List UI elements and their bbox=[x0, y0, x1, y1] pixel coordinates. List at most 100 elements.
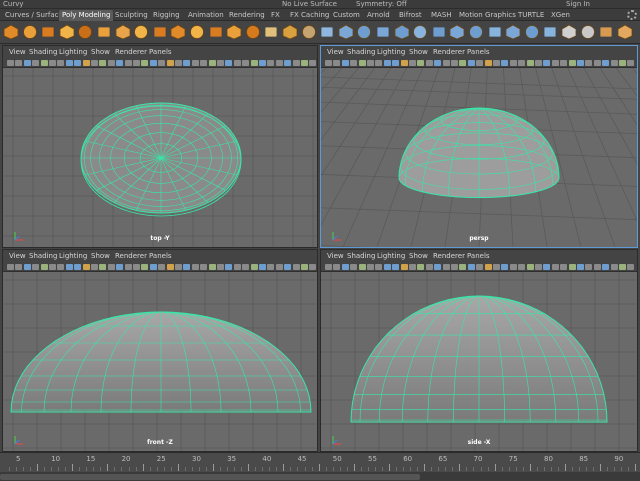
viewport-tool-icon[interactable] bbox=[175, 60, 182, 66]
wireframe-mesh[interactable] bbox=[3, 68, 317, 247]
sign-in-button[interactable]: Sign In bbox=[566, 0, 590, 8]
shelf-settings-gear-icon[interactable] bbox=[627, 10, 637, 20]
viewport-tool-icon[interactable] bbox=[166, 264, 174, 270]
pipe-icon[interactable] bbox=[170, 24, 186, 40]
planar-map-icon[interactable] bbox=[598, 24, 614, 40]
viewport-tool-icon[interactable] bbox=[200, 60, 208, 66]
viewport-scene[interactable] bbox=[321, 68, 637, 247]
viewport-tool-icon[interactable] bbox=[425, 264, 433, 270]
viewport-tool-icon[interactable] bbox=[577, 60, 584, 66]
viewport-tool-icon[interactable] bbox=[434, 60, 442, 66]
polygon-tool-icon[interactable] bbox=[319, 24, 335, 40]
viewport-menu-renderer[interactable]: Renderer bbox=[433, 46, 465, 58]
viewport-tool-icon[interactable] bbox=[259, 60, 266, 66]
viewport-menu-shading[interactable]: Shading bbox=[29, 250, 57, 262]
viewport-tool-icon[interactable] bbox=[535, 60, 542, 66]
viewport-tool-icon[interactable] bbox=[124, 60, 132, 66]
time-slider[interactable]: 5 10 15 20 25 30 35 40 45 50 55 60 65 70 75 80 85 90 bbox=[0, 452, 640, 481]
viewport-tool-icon[interactable] bbox=[593, 60, 601, 66]
viewport-tool-icon[interactable] bbox=[49, 60, 56, 66]
viewport-tool-icon[interactable] bbox=[543, 264, 551, 270]
viewport-tool-icon[interactable] bbox=[375, 60, 383, 66]
viewport-tool-icon[interactable] bbox=[619, 264, 626, 270]
disc-icon[interactable] bbox=[115, 24, 131, 40]
viewport-tool-icon[interactable] bbox=[158, 264, 166, 270]
wireframe-mesh[interactable] bbox=[3, 272, 317, 451]
viewport-menu-shading[interactable]: Shading bbox=[347, 250, 375, 262]
viewport-tool-icon[interactable] bbox=[259, 264, 266, 270]
combine-icon[interactable] bbox=[375, 24, 391, 40]
uv-editor-icon[interactable] bbox=[580, 24, 596, 40]
viewport-top[interactable]: View Shading Lighting Show Renderer Panels top… bbox=[2, 45, 318, 248]
viewport-tool-icon[interactable] bbox=[459, 60, 467, 66]
viewport-tool-icon[interactable] bbox=[217, 264, 224, 270]
viewport-tool-icon[interactable] bbox=[333, 264, 341, 270]
viewport-tool-icon[interactable] bbox=[568, 264, 576, 270]
fill-hole-icon[interactable] bbox=[487, 24, 503, 40]
viewport-tool-icon[interactable] bbox=[107, 264, 115, 270]
soccerball-icon[interactable] bbox=[208, 24, 224, 40]
tab-motion-graphics[interactable]: Motion Graphics bbox=[456, 10, 519, 21]
viewport-menu-view[interactable]: View bbox=[9, 46, 26, 58]
viewport-menu-renderer[interactable]: Renderer bbox=[115, 46, 147, 58]
viewport-tool-icon[interactable] bbox=[250, 60, 258, 66]
viewport-tool-icon[interactable] bbox=[309, 60, 317, 66]
tab-xgen[interactable]: XGen bbox=[548, 10, 573, 21]
viewport-tool-icon[interactable] bbox=[375, 264, 383, 270]
symmetry-field[interactable]: Symmetry: Off bbox=[356, 0, 407, 8]
viewport-tool-icon[interactable] bbox=[217, 60, 224, 66]
viewport-menu-renderer[interactable]: Renderer bbox=[433, 250, 465, 262]
viewport-tool-icon[interactable] bbox=[166, 60, 174, 66]
viewport-tool-icon[interactable] bbox=[91, 60, 98, 66]
viewport-tool-icon[interactable] bbox=[158, 60, 166, 66]
viewport-tool-icon[interactable] bbox=[99, 60, 107, 66]
viewport-tool-icon[interactable] bbox=[535, 264, 542, 270]
viewport-menu-shading[interactable]: Shading bbox=[29, 46, 57, 58]
helix-icon[interactable] bbox=[189, 24, 205, 40]
tab-fx-caching[interactable]: FX Caching bbox=[287, 10, 332, 21]
tab-fx[interactable]: FX bbox=[268, 10, 283, 21]
viewport-tool-icon[interactable] bbox=[175, 264, 182, 270]
viewport-tool-icon[interactable] bbox=[116, 264, 124, 270]
viewport-tool-icon[interactable] bbox=[40, 60, 48, 66]
viewport-tool-icon[interactable] bbox=[493, 264, 500, 270]
viewport-tool-icon[interactable] bbox=[23, 60, 31, 66]
cylinder-icon[interactable] bbox=[40, 24, 56, 40]
viewport-menu-lighting[interactable]: Lighting bbox=[59, 46, 87, 58]
viewport-menu-show[interactable]: Show bbox=[91, 46, 110, 58]
cube-icon[interactable] bbox=[22, 24, 38, 40]
viewport-menu-panels[interactable]: Panels bbox=[149, 46, 172, 58]
viewport-tool-icon[interactable] bbox=[57, 60, 65, 66]
viewport-tool-icon[interactable] bbox=[99, 264, 107, 270]
viewport-menu-shading[interactable]: Shading bbox=[347, 46, 375, 58]
viewport-tool-icon[interactable] bbox=[493, 60, 500, 66]
viewport-tool-icon[interactable] bbox=[7, 60, 14, 66]
viewport-tool-icon[interactable] bbox=[627, 60, 635, 66]
viewport-menu-lighting[interactable]: Lighting bbox=[59, 250, 87, 262]
viewport-tool-icon[interactable] bbox=[425, 60, 433, 66]
viewport-tool-icon[interactable] bbox=[526, 264, 534, 270]
text-icon[interactable] bbox=[263, 24, 279, 40]
multicut-icon[interactable] bbox=[524, 24, 540, 40]
viewport-persp[interactable]: View Shading Lighting Show Renderer Panels per… bbox=[320, 45, 638, 248]
viewport-tool-icon[interactable] bbox=[409, 264, 416, 270]
viewport-menu-view[interactable]: View bbox=[327, 46, 344, 58]
viewport-tool-icon[interactable] bbox=[141, 60, 149, 66]
viewport-tool-icon[interactable] bbox=[568, 60, 576, 66]
mirror-icon[interactable] bbox=[449, 24, 465, 40]
viewport-tool-icon[interactable] bbox=[392, 60, 400, 66]
platonic-icon[interactable] bbox=[133, 24, 149, 40]
viewport-tool-icon[interactable] bbox=[242, 60, 250, 66]
viewport-tool-icon[interactable] bbox=[417, 264, 425, 270]
viewport-tool-icon[interactable] bbox=[484, 60, 492, 66]
viewport-tool-icon[interactable] bbox=[133, 264, 140, 270]
tab-mash[interactable]: MASH bbox=[428, 10, 455, 21]
torus-icon[interactable] bbox=[77, 24, 93, 40]
viewport-tool-icon[interactable] bbox=[333, 60, 341, 66]
viewport-tool-icon[interactable] bbox=[442, 264, 450, 270]
cone-icon[interactable] bbox=[59, 24, 75, 40]
viewport-tool-icon[interactable] bbox=[233, 60, 241, 66]
viewport-tool-icon[interactable] bbox=[275, 60, 283, 66]
viewport-tool-icon[interactable] bbox=[560, 60, 568, 66]
tab-bifrost[interactable]: Bifrost bbox=[396, 10, 425, 21]
